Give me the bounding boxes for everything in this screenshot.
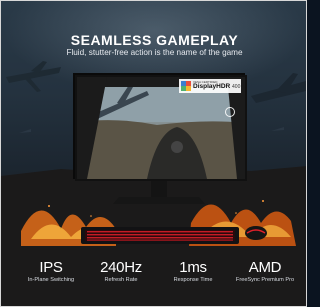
ring-icon [225,107,235,117]
product-banner: VESA CERTIFIED DisplayHDR 400 SEAMLESS G… [0,0,307,307]
spec-panel-type: IPS In-Plane Switching [19,260,83,284]
displayhdr-badge: VESA CERTIFIED DisplayHDR 400 [179,79,241,93]
mouse [245,226,267,240]
monitor-stand-base [113,197,205,204]
spec-value: 240Hz [100,259,142,276]
monitor-stand-neck [151,179,167,197]
spec-row: IPS In-Plane Switching 240Hz Refresh Rat… [1,260,306,300]
spec-refresh-rate: 240Hz Refresh Rate [89,260,153,284]
left-plane [6,61,61,92]
hdr-number: 400 [232,84,241,90]
spec-value: 1ms [179,259,207,276]
spec-label: FreeSync Premium Pro [235,277,295,283]
hdr-badge-text: DisplayHDR 400 [193,83,240,90]
spec-label: Response Time [173,277,213,283]
vesa-displayhdr-logo-icon [181,81,191,91]
hdr-text: DisplayHDR [193,83,231,90]
right-plane [251,73,306,103]
spec-response-time: 1ms Response Time [161,260,225,284]
headline-title: SEAMLESS GAMEPLAY [70,32,239,48]
spec-label: In-Plane Switching [27,277,75,283]
spec-value: AMD [248,259,282,276]
headline-subtitle: Fluid, stutter-free action is the name o… [66,48,243,57]
keyboard [81,227,239,244]
spec-sync: AMD FreeSync Premium Pro [226,260,304,284]
spec-label: Refresh Rate [104,277,138,283]
spec-value: IPS [39,259,63,276]
